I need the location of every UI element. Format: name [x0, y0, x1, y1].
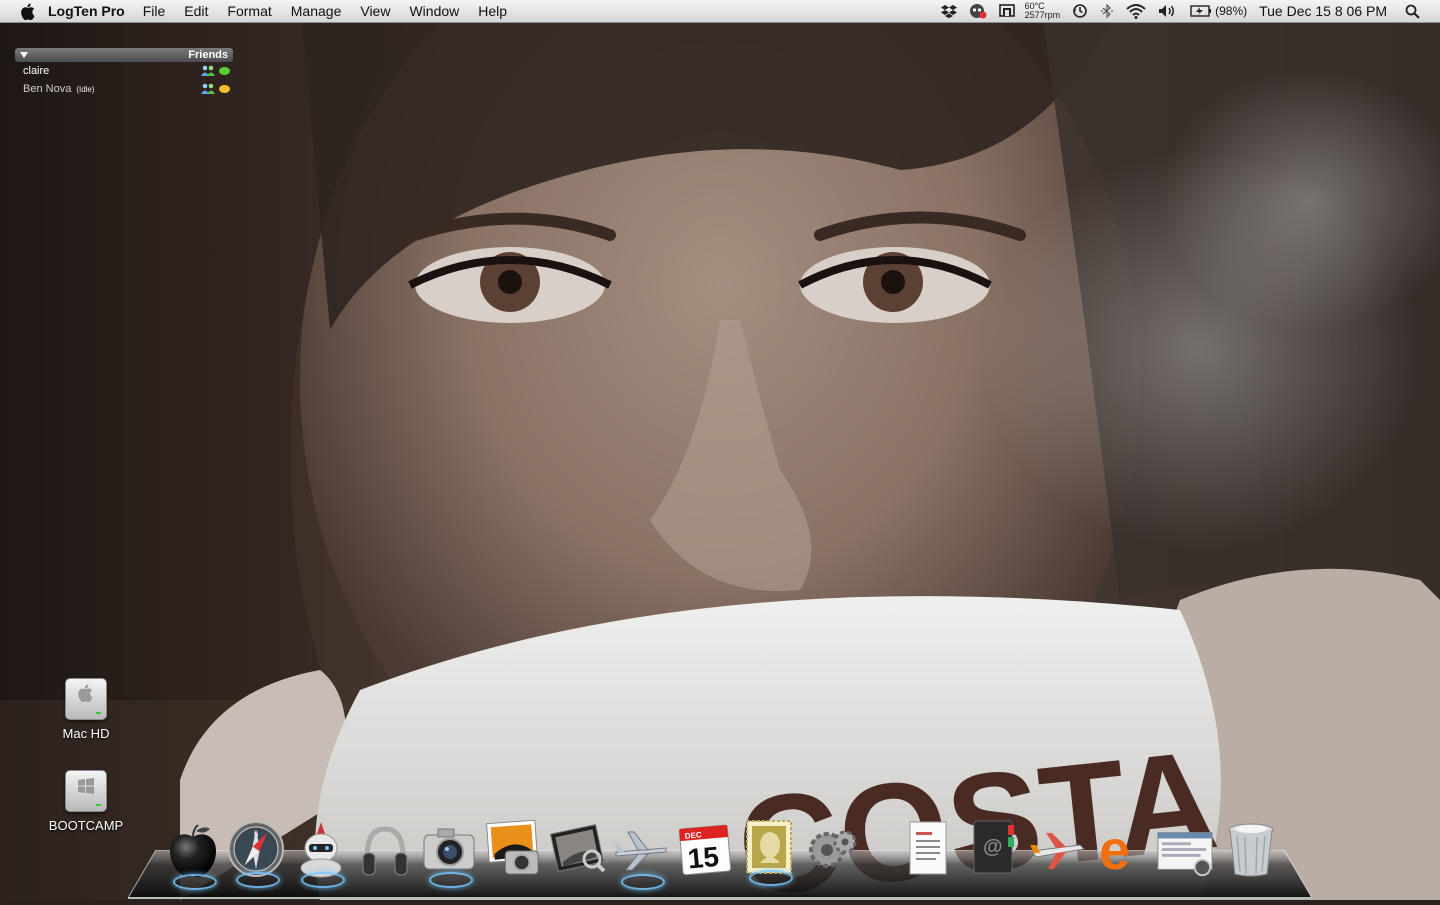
volume-icon[interactable]	[1158, 4, 1176, 18]
friends-group-header[interactable]: Friends	[15, 48, 233, 62]
menu-file[interactable]: File	[143, 3, 166, 19]
apple-menu-icon[interactable]	[19, 2, 35, 20]
jet-icon	[1030, 833, 1086, 869]
gears-icon	[809, 830, 857, 868]
iphoto-icon	[486, 819, 539, 875]
fan-speed-value: 2577rpm	[1024, 10, 1061, 20]
menu-help[interactable]: Help	[478, 3, 507, 19]
running-indicator	[621, 874, 665, 890]
photo-viewer-icon	[549, 824, 606, 873]
dock-item-safari[interactable]: N	[227, 818, 285, 888]
friends-contact-list: Friends claire Ben Nova (Idle)	[15, 48, 233, 98]
calendar-icon: DEC 15	[678, 824, 732, 876]
black-apple-icon	[170, 824, 216, 877]
address-book-icon: @	[973, 820, 1014, 874]
menu-edit[interactable]: Edit	[184, 3, 208, 19]
running-indicator	[301, 872, 345, 888]
dock-item-text-document[interactable]	[900, 818, 958, 880]
wallpaper-photo: COSTA	[0, 0, 1440, 900]
dock-item-iphoto[interactable]	[484, 816, 542, 878]
orange-e-icon: e	[1099, 821, 1130, 877]
screenshot-icon	[1157, 832, 1213, 877]
spotlight-icon[interactable]	[1405, 4, 1420, 19]
friends-group-title: Friends	[188, 49, 228, 61]
headphones-icon	[362, 826, 408, 876]
dock-item-e-app[interactable]: e	[1092, 818, 1150, 880]
running-indicator	[173, 874, 217, 890]
running-indicator	[236, 872, 280, 888]
time-machine-icon[interactable]	[1072, 3, 1088, 19]
buddy-row[interactable]: Ben Nova (Idle)	[15, 80, 233, 98]
growl-icon[interactable]	[969, 3, 987, 19]
desktop-icon-mac-hd[interactable]: Mac HD	[36, 678, 136, 741]
dropbox-icon[interactable]	[940, 4, 957, 18]
pupil-right	[881, 270, 905, 294]
running-indicator	[429, 872, 473, 888]
desktop-icon-label: BOOTCAMP	[48, 818, 124, 833]
wifi-icon[interactable]	[1126, 3, 1146, 19]
dock-item-screenshot-doc[interactable]	[1156, 820, 1214, 882]
menu-view[interactable]: View	[360, 3, 390, 19]
bluetooth-icon[interactable]	[1100, 4, 1114, 18]
menu-window[interactable]: Window	[409, 3, 459, 19]
postage-stamp-icon	[746, 820, 792, 874]
dock-item-ical[interactable]: DEC 15	[676, 818, 734, 880]
svg-text:e: e	[1099, 821, 1130, 877]
dock-item-logten-pro[interactable]	[612, 820, 670, 890]
dock-item-address-book[interactable]: @	[964, 816, 1022, 878]
menu-format[interactable]: Format	[227, 3, 271, 19]
buddy-name: Ben Nova	[23, 83, 72, 95]
menubar-clock[interactable]: Tue Dec 15 8 06 PM	[1259, 3, 1387, 19]
buddy-group-icon	[201, 83, 215, 95]
dock-item-preview[interactable]	[548, 818, 606, 880]
desktop-icon-label: Mac HD	[62, 726, 110, 741]
battery-percent[interactable]: (98%)	[1215, 4, 1247, 18]
desktop-wallpaper: COSTA	[0, 0, 1440, 900]
running-indicator	[749, 870, 793, 886]
camera-icon	[423, 828, 475, 870]
document-icon	[909, 821, 947, 875]
dock: N DEC 15 @ e	[160, 816, 1290, 900]
dock-item-trash[interactable]	[1222, 818, 1280, 880]
pupil-left	[498, 270, 522, 294]
calendar-day: 15	[686, 841, 720, 875]
dock-item-itunes[interactable]	[356, 820, 414, 882]
safari-compass-icon: N	[228, 821, 284, 877]
svg-text:@: @	[983, 836, 1003, 858]
svg-text:N: N	[254, 832, 258, 838]
dock-item-airplane-app[interactable]	[1028, 820, 1086, 882]
monitor-icon[interactable]	[998, 4, 1015, 18]
temperature-readout[interactable]: 60°C 2577rpm	[1025, 2, 1061, 20]
dock-item-system-preferences[interactable]	[804, 820, 862, 882]
dock-item-image-capture[interactable]	[420, 818, 478, 888]
idle-status-icon	[219, 85, 230, 93]
disclosure-triangle-icon[interactable]	[20, 52, 28, 58]
calendar-month: DEC	[684, 830, 702, 840]
hard-drive-icon	[65, 678, 107, 720]
robot-duck-icon	[300, 822, 342, 878]
trash-icon	[1228, 823, 1274, 877]
buddy-name: claire	[23, 65, 50, 77]
menu-bar: LogTen Pro File Edit Format Manage View …	[0, 0, 1440, 23]
dock-item-finder[interactable]	[164, 820, 222, 890]
menu-manage[interactable]: Manage	[291, 3, 342, 19]
available-status-icon	[219, 67, 230, 75]
airplane-icon	[614, 831, 667, 871]
buddy-idle-status: (Idle)	[76, 84, 95, 94]
dock-item-adium[interactable]	[292, 818, 350, 888]
desktop-icon-bootcamp[interactable]: BOOTCAMP	[36, 770, 136, 833]
buddy-row[interactable]: claire	[15, 62, 233, 80]
battery-icon[interactable]	[1190, 5, 1212, 17]
windows-drive-icon	[65, 770, 107, 812]
status-menus: 60°C 2577rpm (98%) Tue Dec 15 8 06 PM	[929, 0, 1440, 22]
dock-item-stamp[interactable]	[740, 816, 798, 886]
menu-app-name[interactable]: LogTen Pro	[48, 3, 125, 19]
buddy-group-icon	[201, 65, 215, 77]
